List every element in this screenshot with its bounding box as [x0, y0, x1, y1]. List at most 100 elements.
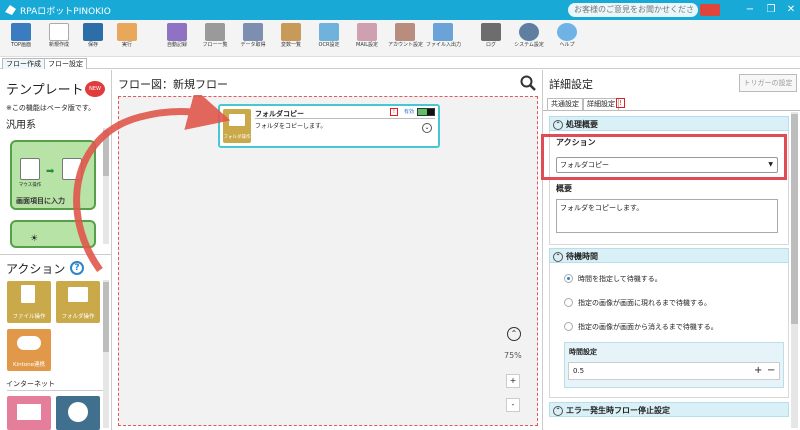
- toolbar-label: OCR設定: [318, 42, 340, 48]
- highlight-box: [541, 134, 787, 180]
- toolbar-record-button[interactable]: 自動記録: [160, 22, 194, 55]
- detail-scroll-thumb[interactable]: [791, 114, 798, 324]
- action-folder[interactable]: フォルダ操作: [56, 281, 100, 323]
- toolbar-help-button[interactable]: ヘルプ: [550, 22, 584, 55]
- toolbar-save-button[interactable]: 保存: [76, 22, 110, 55]
- zoom-out-button[interactable]: -: [506, 398, 520, 412]
- toolbar-ocr-button[interactable]: OCR設定: [312, 22, 346, 55]
- section-title: エラー発生時フロー停止設定: [566, 406, 670, 415]
- wait-radio-disappear[interactable]: [564, 322, 573, 331]
- toolbar-variables-button[interactable]: 変数一覧: [274, 22, 308, 55]
- feedback-link[interactable]: お客様のご意見をお聞かせください: [568, 3, 698, 28]
- chevron-up-icon: ⌃: [553, 251, 563, 262]
- divider: [543, 110, 800, 111]
- time-settings: 時間設定 0.5 + −: [564, 342, 784, 388]
- feedback-icon[interactable]: [700, 4, 720, 16]
- action-web[interactable]: [56, 396, 100, 430]
- wait-radio-time[interactable]: [564, 274, 573, 283]
- section-wait[interactable]: ⌃ 待機時間: [549, 248, 789, 263]
- section-process[interactable]: ⌃ 処理概要: [549, 116, 789, 131]
- section-title: 処理概要: [566, 120, 598, 129]
- file-io-icon: [433, 23, 453, 41]
- toolbar-label: データ取得: [240, 42, 266, 48]
- summary-textarea[interactable]: フォルダをコピーします。: [556, 199, 778, 233]
- plus-button[interactable]: +: [754, 363, 762, 379]
- maximize-button[interactable]: ❐: [764, 3, 778, 17]
- template-card-label: 画面項目に入力: [16, 197, 65, 205]
- title-bar: RPAロボットPINOKIO お客様のご意見をお聞かせください − ❐ ✕: [0, 0, 800, 28]
- ocr-icon: [319, 23, 339, 41]
- tab-flow-settings[interactable]: フロー設定: [44, 58, 87, 69]
- flow-node[interactable]: フォルダ操作 フォルダコピー フォルダをコピーします。 ! 有効 ⌄: [218, 104, 440, 148]
- mail-icon: [17, 404, 41, 420]
- toolbar-log-button[interactable]: ログ: [474, 22, 508, 55]
- new-file-icon: [49, 23, 69, 41]
- time-label: 時間設定: [569, 348, 597, 356]
- toolbar-flowlist-button[interactable]: フロー一覧: [198, 22, 232, 55]
- close-button[interactable]: ✕: [784, 3, 798, 17]
- template-icon-text: マウス操作: [18, 183, 42, 188]
- section-error[interactable]: ⌃ エラー発生時フロー停止設定: [549, 402, 789, 417]
- toolbar-label: 実行: [121, 42, 132, 48]
- summary-label: 概要: [556, 184, 572, 193]
- action-scroll-thumb[interactable]: [103, 282, 109, 352]
- chevron-up-icon[interactable]: ⌃: [507, 327, 521, 341]
- chevron-up-icon: ⌃: [553, 119, 563, 130]
- divider: [7, 390, 107, 391]
- node-enable-toggle[interactable]: [417, 108, 435, 116]
- folder-shape: [229, 114, 245, 126]
- toolbar-label: 新規作成: [48, 42, 69, 48]
- toolbar-label: 変数一覧: [280, 42, 301, 48]
- detail-title: 詳細設定: [549, 78, 593, 91]
- toolbar-label: MAIL設定: [356, 42, 378, 48]
- minus-button[interactable]: −: [767, 363, 775, 379]
- action-kintone[interactable]: Kintone連携: [7, 329, 51, 371]
- toolbar-system-button[interactable]: システム設定: [512, 22, 546, 55]
- time-input[interactable]: 0.5 + −: [568, 362, 780, 380]
- trigger-settings-button[interactable]: トリガーの設定: [739, 74, 797, 92]
- toolbar-new-button[interactable]: 新規作成: [42, 22, 76, 55]
- toolbar-label: ファイル入出力: [426, 42, 462, 48]
- gear-icon: [519, 23, 539, 41]
- warning-icon: !: [390, 108, 398, 116]
- node-status: 有効: [404, 109, 415, 115]
- zoom-level: 75%: [504, 351, 522, 360]
- search-icon[interactable]: [520, 75, 536, 91]
- folder-icon: [68, 287, 88, 302]
- toolbar-mail-button[interactable]: MAIL設定: [350, 22, 384, 55]
- action-label: フォルダ操作: [61, 314, 95, 320]
- toolbar-top-button[interactable]: TOP画面: [4, 22, 38, 55]
- action-label: ファイル操作: [12, 314, 46, 320]
- node-description: フォルダをコピーします。: [255, 123, 327, 130]
- main-tabs: フロー作成 フロー設定: [0, 57, 800, 69]
- action-mail[interactable]: [7, 396, 51, 430]
- toolbar-fileio-button[interactable]: ファイル入出力: [426, 22, 462, 55]
- toolbar-label: TOP画面: [10, 42, 31, 48]
- section-title: 待機時間: [566, 252, 598, 261]
- warning-icon: !: [616, 98, 625, 108]
- minimize-button[interactable]: −: [743, 3, 757, 17]
- chevron-down-icon[interactable]: ⌄: [422, 123, 432, 133]
- database-icon: [243, 23, 263, 41]
- action-title: アクション: [6, 262, 66, 276]
- tab-common-settings[interactable]: 共通設定: [547, 98, 583, 110]
- globe-icon: [68, 402, 88, 422]
- sparkle-icon: ☀: [30, 234, 39, 244]
- toolbar-data-button[interactable]: データ取得: [236, 22, 270, 55]
- curved-arrow-icon: [73, 95, 230, 273]
- box-icon: [281, 23, 301, 41]
- toolbar-label: フロー一覧: [202, 42, 228, 48]
- run-icon: [117, 23, 137, 41]
- radio-label: 指定の画像が画面から消えるまで待機する。: [578, 323, 718, 331]
- tab-flow-create[interactable]: フロー作成: [2, 58, 45, 69]
- time-value: 0.5: [573, 367, 585, 375]
- wait-radio-appear[interactable]: [564, 298, 573, 307]
- toolbar-run-button[interactable]: 実行: [110, 22, 144, 55]
- tab-detail-settings[interactable]: 詳細設定: [583, 98, 619, 110]
- action-file[interactable]: ファイル操作: [7, 281, 51, 323]
- toolbar-label: 自動記録: [166, 42, 187, 48]
- file-icon: [21, 285, 35, 303]
- arrow-right-icon: ➡: [46, 166, 55, 177]
- toolbar-account-button[interactable]: アカウント設定: [388, 22, 423, 55]
- zoom-in-button[interactable]: +: [506, 374, 520, 388]
